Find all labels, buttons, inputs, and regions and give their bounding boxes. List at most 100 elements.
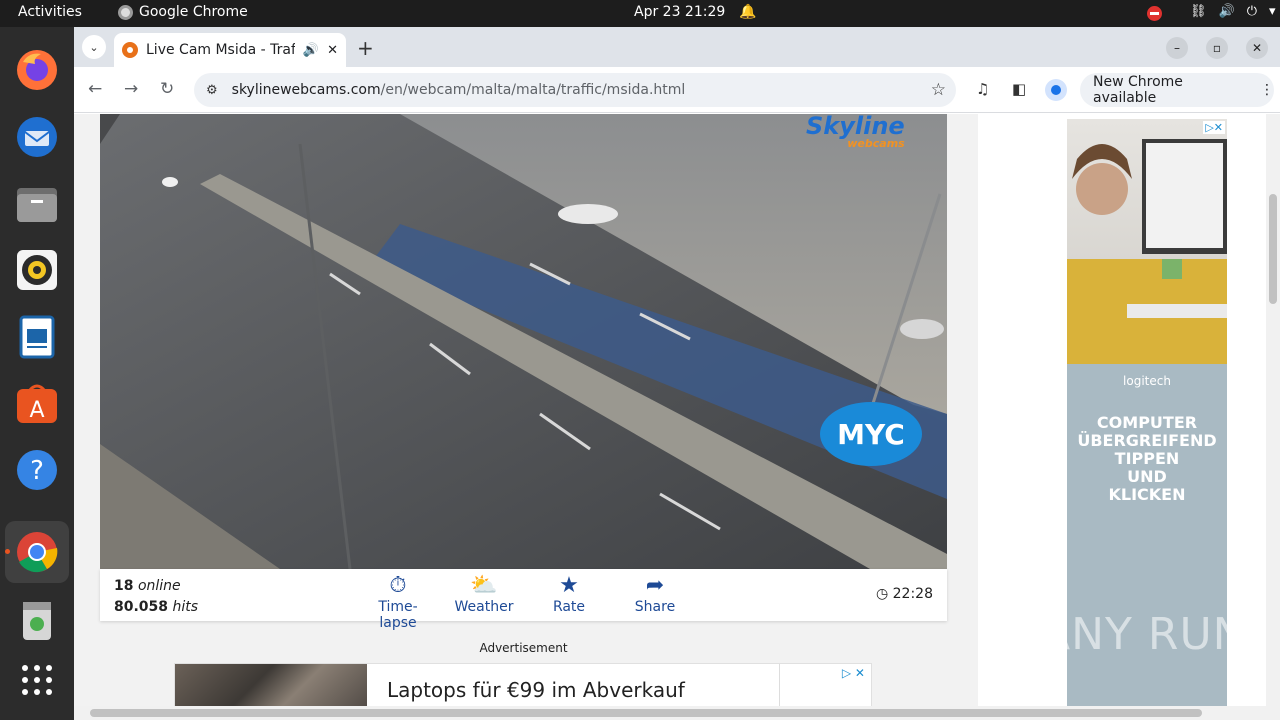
webcam-info-bar: 18 online 80.058 hits ⏱ Time-lapse ⛅ Wea… xyxy=(100,569,947,631)
person-icon xyxy=(1051,85,1061,95)
volume-icon: 🔊 xyxy=(1218,4,1235,19)
recording-indicator-icon[interactable] xyxy=(1147,6,1162,21)
help-icon[interactable]: ? xyxy=(14,447,60,493)
side-ad-line: KLICKEN xyxy=(1108,485,1186,504)
svg-text:A: A xyxy=(29,398,44,423)
favicon-icon xyxy=(122,42,138,58)
side-ad-photo xyxy=(1067,119,1227,364)
myc-logo-text: MYC xyxy=(837,417,905,451)
scroll-thumb[interactable] xyxy=(1269,194,1277,304)
share-label: Share xyxy=(634,599,676,615)
firefox-icon[interactable] xyxy=(14,47,60,93)
share-button[interactable]: ➦ Share xyxy=(630,573,680,615)
timelapse-label: Time-lapse xyxy=(378,599,418,631)
more-menu-icon: ⋮ xyxy=(1260,82,1274,98)
side-ad-line: ÜBERGREIFEND xyxy=(1077,431,1217,450)
update-chrome-button[interactable]: New Chrome available ⋮ xyxy=(1080,73,1274,107)
tab-audio-icon[interactable]: 🔊 xyxy=(303,43,319,58)
app-name: Google Chrome xyxy=(139,4,248,20)
app-menu[interactable]: Google Chrome xyxy=(118,4,248,20)
activities-button[interactable]: Activities xyxy=(18,4,82,20)
side-ad-line: COMPUTER xyxy=(1096,413,1198,432)
tab-title: Live Cam Msida - Traffic xyxy=(146,42,295,58)
advertisement-label: Advertisement xyxy=(479,641,568,655)
webcam-video[interactable]: Skyline webcams MYC xyxy=(100,114,947,569)
webcam-scene xyxy=(100,114,947,569)
page-content: Skyline webcams MYC 18 online 80.058 hit… xyxy=(74,114,1280,720)
app-center-icon[interactable]: A xyxy=(14,380,60,426)
tab-active[interactable]: Live Cam Msida - Traffic 🔊 ✕ xyxy=(114,33,346,67)
rate-label: Rate xyxy=(552,599,586,615)
timelapse-button[interactable]: ⏱ Time-lapse xyxy=(361,573,435,631)
side-ad-copy: COMPUTER ÜBERGREIFEND TIPPEN UND KLICKEN xyxy=(1067,414,1227,504)
minimize-button[interactable]: – xyxy=(1166,37,1188,59)
chevron-down-icon: ⌄ xyxy=(89,40,99,54)
side-ad-line: UND xyxy=(1127,467,1167,486)
media-control-icon[interactable]: ♫ xyxy=(976,80,989,98)
clock-icon: ◷ xyxy=(875,586,889,602)
power-icon: ⏻ xyxy=(1246,4,1257,19)
chrome-dock-icon[interactable] xyxy=(5,521,69,583)
weather-button[interactable]: ⛅ Weather xyxy=(453,573,515,615)
close-window-button[interactable]: ✕ xyxy=(1246,37,1268,59)
site-info-icon[interactable]: ⚙ xyxy=(206,83,218,98)
chrome-icon xyxy=(118,4,133,20)
star-icon: ★ xyxy=(559,573,579,598)
hits-label: hits xyxy=(172,599,199,615)
update-label: New Chrome available xyxy=(1093,74,1183,106)
rate-button[interactable]: ★ Rate xyxy=(549,573,589,615)
adchoices-icon[interactable]: ▷✕ xyxy=(1203,121,1225,134)
forward-button[interactable]: → xyxy=(124,79,138,99)
online-label: online xyxy=(137,578,181,594)
viewer-stats: 18 online 80.058 hits xyxy=(114,576,198,618)
show-apps-icon[interactable] xyxy=(14,657,60,703)
address-bar[interactable]: ⚙ skylinewebcams.com /en/webcam/malta/ma… xyxy=(194,73,956,107)
local-time: ◷ 22:28 xyxy=(876,586,933,602)
local-time-value: 22:28 xyxy=(892,586,933,602)
chrome-window: ⌄ Live Cam Msida - Traffic 🔊 ✕ + – ▫ ✕ ←… xyxy=(74,27,1280,720)
hits-count: 80.058 xyxy=(114,599,169,615)
clock[interactable]: Apr 23 21:29 xyxy=(634,4,725,20)
system-tray[interactable]: ⛓ 🔊 ⏻ ▾ xyxy=(1190,4,1276,19)
reload-button[interactable]: ↻ xyxy=(160,79,174,99)
tab-strip: ⌄ Live Cam Msida - Traffic 🔊 ✕ + – ▫ ✕ xyxy=(74,27,1280,67)
vertical-scrollbar[interactable] xyxy=(1266,114,1280,720)
timelapse-icon: ⏱ xyxy=(389,573,407,598)
url-path: /en/webcam/malta/malta/traffic/msida.htm… xyxy=(380,82,686,98)
tab-close-icon[interactable]: ✕ xyxy=(327,43,338,58)
writer-icon[interactable] xyxy=(14,314,60,360)
new-tab-button[interactable]: + xyxy=(357,36,374,60)
anyrun-watermark: ANY RUN xyxy=(1040,609,1247,660)
rhythmbox-icon[interactable] xyxy=(14,247,60,293)
online-count: 18 xyxy=(114,578,134,594)
scroll-thumb[interactable] xyxy=(90,709,1202,717)
dock: A ? xyxy=(0,27,74,720)
running-indicator xyxy=(5,549,10,554)
banner-ad-text: Laptops für €99 im Abverkauf xyxy=(387,678,685,702)
notification-bell-icon[interactable]: 🔔 xyxy=(739,4,756,20)
profile-avatar[interactable] xyxy=(1045,79,1067,101)
trash-icon[interactable] xyxy=(14,597,60,643)
system-top-bar: Activities Google Chrome Apr 23 21:29 🔔 … xyxy=(0,0,1280,27)
horizontal-scrollbar[interactable] xyxy=(74,706,1266,720)
url-host: skylinewebcams.com xyxy=(231,82,381,98)
tab-search-button[interactable]: ⌄ xyxy=(82,35,106,59)
main-column: Skyline webcams MYC 18 online 80.058 hit… xyxy=(74,114,978,720)
adchoices-icon[interactable]: ▷ ✕ xyxy=(842,666,865,680)
back-button[interactable]: ← xyxy=(88,79,102,99)
bookmark-star-icon[interactable]: ☆ xyxy=(931,80,946,100)
maximize-button[interactable]: ▫ xyxy=(1206,37,1228,59)
thunderbird-icon[interactable] xyxy=(14,114,60,160)
network-icon: ⛓ xyxy=(1190,4,1207,19)
weather-label: Weather xyxy=(454,599,514,615)
myc-overlay-logo: MYC xyxy=(820,402,922,466)
side-ad-line: TIPPEN xyxy=(1114,449,1180,468)
skyline-logo: Skyline webcams xyxy=(806,114,905,149)
chevron-down-icon: ▾ xyxy=(1269,4,1276,19)
svg-text:?: ? xyxy=(30,456,44,486)
files-icon[interactable] xyxy=(14,181,60,227)
side-panel-icon[interactable]: ◧ xyxy=(1012,80,1026,98)
share-icon: ➦ xyxy=(645,573,665,598)
side-ad-brand: logitech xyxy=(1123,374,1171,388)
weather-icon: ⛅ xyxy=(470,573,498,598)
